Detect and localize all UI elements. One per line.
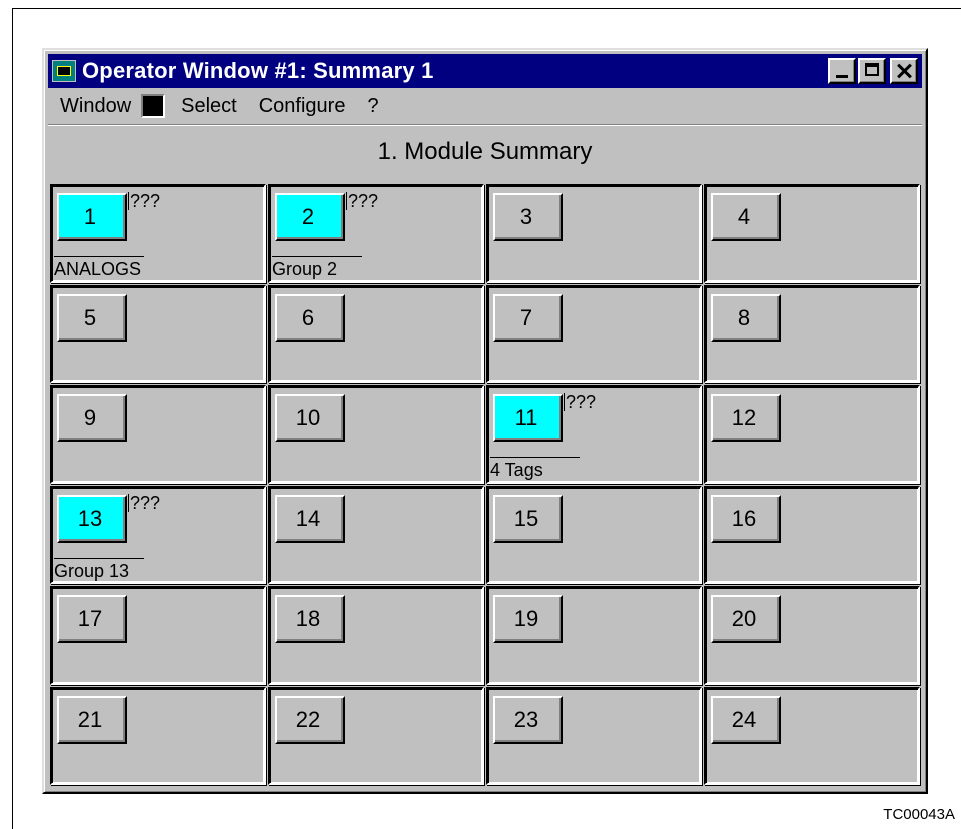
minimize-icon[interactable] <box>828 58 856 84</box>
module-cell: 12 <box>704 385 920 484</box>
module-label: ANALOGS <box>54 256 144 280</box>
menu-help[interactable]: ? <box>355 95 388 118</box>
module-button[interactable]: 12 <box>711 394 781 442</box>
color-swatch[interactable] <box>141 94 166 118</box>
module-cell: 1??? ANALOGS <box>50 184 266 283</box>
menu-divider <box>48 124 922 126</box>
module-grid: 1??? ANALOGS 2??? Group 2 3 4 5 6 7 8 9 10 11??? 4 Ta… <box>50 184 922 787</box>
module-cell: 21 <box>50 686 266 785</box>
module-button[interactable]: 9 <box>57 394 127 442</box>
module-label: Group 13 <box>54 557 144 582</box>
module-button[interactable]: 23 <box>493 695 563 744</box>
title-buttons <box>828 58 918 84</box>
module-button[interactable]: 22 <box>275 695 345 744</box>
module-cell: 6 <box>268 284 484 383</box>
module-cell: 24 <box>704 686 920 785</box>
module-cell: 13??? Group 13 <box>50 485 266 584</box>
module-button[interactable]: 14 <box>275 494 345 543</box>
module-status: ??? <box>346 191 379 211</box>
module-cell: 11??? 4 Tags <box>486 385 702 484</box>
operator-window: Operator Window #1: Summary 1 Window Sel… <box>42 48 928 794</box>
menu-window[interactable]: Window <box>48 95 141 118</box>
module-button[interactable]: 15 <box>493 494 563 543</box>
module-button[interactable]: 5 <box>57 293 127 342</box>
menu-bar: Window Select Configure ? <box>48 90 922 122</box>
module-cell: 17 <box>50 586 266 685</box>
module-button[interactable]: 19 <box>493 595 563 643</box>
module-label: Group 2 <box>272 256 362 280</box>
module-cell: 16 <box>704 485 920 584</box>
module-cell: 15 <box>486 485 702 584</box>
module-status: ??? <box>564 392 597 412</box>
module-cell: 22 <box>268 686 484 785</box>
close-icon[interactable] <box>890 58 918 84</box>
module-button[interactable]: 3 <box>493 193 563 241</box>
module-label: 4 Tags <box>490 457 580 481</box>
module-cell: 5 <box>50 284 266 383</box>
menu-select[interactable]: Select <box>169 95 247 118</box>
module-button[interactable]: 4 <box>711 193 781 241</box>
module-cell: 3 <box>486 184 702 283</box>
maximize-icon[interactable] <box>858 58 886 84</box>
module-cell: 19 <box>486 586 702 685</box>
module-cell: 14 <box>268 485 484 584</box>
module-button[interactable]: 10 <box>275 394 345 442</box>
module-button[interactable]: 8 <box>711 293 781 342</box>
module-button[interactable]: 24 <box>711 695 781 744</box>
module-button[interactable]: 13 <box>57 494 127 543</box>
module-cell: 20 <box>704 586 920 685</box>
module-button[interactable]: 11 <box>493 394 563 442</box>
module-cell: 10 <box>268 385 484 484</box>
title-bar[interactable]: Operator Window #1: Summary 1 <box>48 54 922 88</box>
page-title: 1. Module Summary <box>377 138 593 165</box>
module-cell: 23 <box>486 686 702 785</box>
module-button[interactable]: 20 <box>711 595 781 643</box>
module-cell: 2??? Group 2 <box>268 184 484 283</box>
module-status: ??? <box>128 191 161 211</box>
module-cell: 18 <box>268 586 484 685</box>
menu-configure[interactable]: Configure <box>247 95 356 118</box>
module-button[interactable]: 2 <box>275 193 345 241</box>
window-title: Operator Window #1: Summary 1 <box>82 58 434 83</box>
module-button[interactable]: 18 <box>275 595 345 643</box>
module-button[interactable]: 6 <box>275 293 345 342</box>
module-cell: 8 <box>704 284 920 383</box>
module-button[interactable]: 21 <box>57 695 127 744</box>
module-cell: 4 <box>704 184 920 283</box>
module-status: ??? <box>128 492 161 513</box>
module-cell: 9 <box>50 385 266 484</box>
figure-caption: TC00043A <box>883 806 955 823</box>
app-icon[interactable] <box>52 60 76 82</box>
module-button[interactable]: 16 <box>711 494 781 543</box>
module-button[interactable]: 7 <box>493 293 563 342</box>
module-button[interactable]: 17 <box>57 595 127 643</box>
module-button[interactable]: 1 <box>57 193 127 241</box>
module-cell: 7 <box>486 284 702 383</box>
